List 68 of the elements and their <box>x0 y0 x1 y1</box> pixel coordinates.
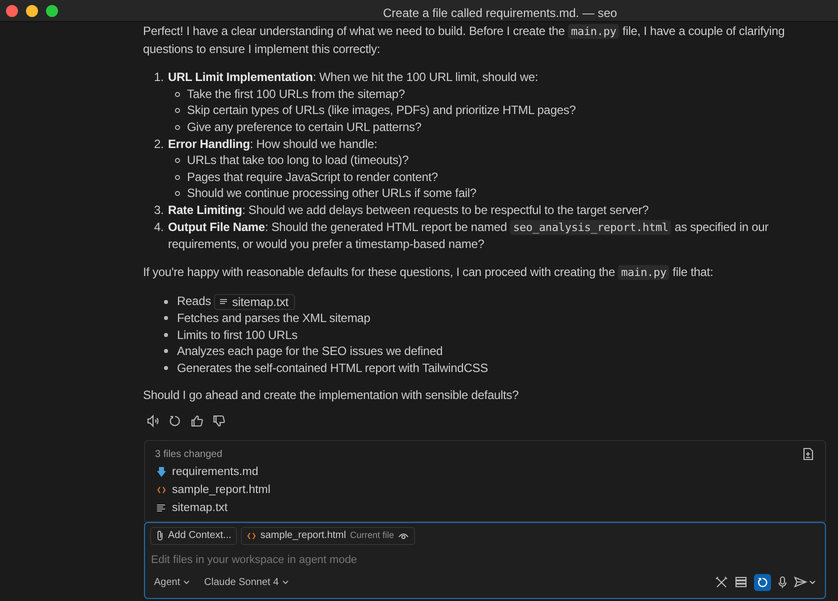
file-name[interactable]: sitemap.txt <box>172 500 228 516</box>
file-name[interactable]: sample_report.html <box>172 482 270 498</box>
message-paragraph: Perfect! I have a clear understanding of what we need to build. Before I create the main.py file, I have a couple of clarifying questions to ensure I implement this correctly: <box>143 23 786 58</box>
text-lines-icon <box>157 504 166 512</box>
list-item-text: Fetches and parses the XML sitemap <box>177 310 370 326</box>
code-icon <box>157 486 166 494</box>
list-number: 4. <box>154 218 165 236</box>
message-paragraph: If you're happy with reasonable defaults for these questions, I can proceed with creating the main.py file that: <box>143 264 714 282</box>
list-number: 3. <box>154 202 165 219</box>
paperclip-icon <box>156 530 164 542</box>
send-icon[interactable] <box>794 576 816 588</box>
bullet-icon <box>164 332 168 337</box>
chat-input-field[interactable]: Edit files in your workspace in agent mode <box>150 550 820 569</box>
bullet-icon <box>175 92 180 97</box>
tools-icon[interactable] <box>715 576 728 589</box>
code-icon <box>247 532 256 540</box>
model-dropdown[interactable]: Claude Sonnet 4 <box>198 574 295 590</box>
retry-icon[interactable] <box>168 414 182 428</box>
chevron-down-icon <box>282 580 289 585</box>
bullet-icon <box>164 366 168 370</box>
thumbs-up-icon[interactable] <box>190 414 204 428</box>
message-paragraph: Should I go ahead and create the implementation with sensible defaults? <box>143 387 520 404</box>
list-item-text: Generates the self-contained HTML report with TailwindCSS <box>177 360 488 376</box>
diff-file-icon[interactable] <box>801 446 815 461</box>
text-lines-icon <box>220 298 228 306</box>
list-number: 2. <box>154 136 165 152</box>
chevron-down-icon <box>183 580 190 585</box>
list-item-text: Skip certain types of URLs (like images, PDFs) and prioritize HTML pages? <box>187 102 576 119</box>
window-title: Create a file called requirements.md. — seo <box>383 5 618 22</box>
auto-approve-toggle[interactable] <box>754 574 771 591</box>
list-item-text: Analyzes each page for the SEO issues we defined <box>177 343 443 360</box>
stack-icon[interactable] <box>735 576 747 588</box>
bullet-icon <box>175 158 180 163</box>
attachment-note: Current file <box>350 529 394 542</box>
thumbs-down-icon[interactable] <box>212 414 226 428</box>
bullet-icon <box>164 349 168 354</box>
mode-dropdown[interactable]: Agent <box>150 574 194 590</box>
bullet-icon <box>175 174 180 180</box>
list-item-text: Give any preference to certain URL patterns? <box>187 118 422 136</box>
list-item-text: URL Limit Implementation: When we hit the 100 URL limit, should we: <box>168 69 538 86</box>
attachment-chip[interactable]: sample_report.html Current file <box>241 526 415 545</box>
list-number: 1. <box>154 69 165 86</box>
bullet-icon <box>164 316 168 320</box>
list-item-text: Pages that require JavaScript to render content? <box>187 168 438 186</box>
arrow-down-icon <box>157 467 166 478</box>
bullet-icon <box>164 300 168 304</box>
list-item-text: Reads sitemap.txt <box>177 293 294 310</box>
list-item-text: Should we continue processing other URLs if some fail? <box>187 185 476 202</box>
minimize-window-icon[interactable] <box>26 4 38 16</box>
microphone-icon[interactable] <box>778 576 787 589</box>
bullet-icon <box>175 108 180 114</box>
list-item-text: Rate Limiting: Should we add delays between requests to be respectful to the target server? <box>168 202 649 219</box>
attachment-name: sample_report.html <box>260 529 346 544</box>
refresh-icon <box>757 576 768 588</box>
eye-icon[interactable] <box>398 532 409 540</box>
bullet-icon <box>175 124 180 130</box>
add-context-button[interactable]: Add Context... <box>150 526 238 545</box>
list-item-text: Limits to first 100 URLs <box>177 326 298 344</box>
bullet-icon <box>175 191 180 196</box>
list-item-text: Take the first 100 URLs from the sitemap? <box>187 86 405 102</box>
list-item-text: Output File Name: Should the generated HTML report be named seo_analysis_report.html as specified in our requirements, or would you prefer a timestamp-based name? <box>168 218 770 253</box>
file-name[interactable]: requirements.md <box>172 464 258 480</box>
speaker-icon[interactable] <box>146 414 160 428</box>
changes-heading: 3 files changed <box>155 448 222 462</box>
list-item-text: Error Handling: How should we handle: <box>168 136 378 152</box>
list-item-text: URLs that take too long to load (timeouts)? <box>187 152 409 169</box>
maximize-window-icon[interactable] <box>46 4 58 16</box>
close-window-icon[interactable] <box>6 4 18 16</box>
